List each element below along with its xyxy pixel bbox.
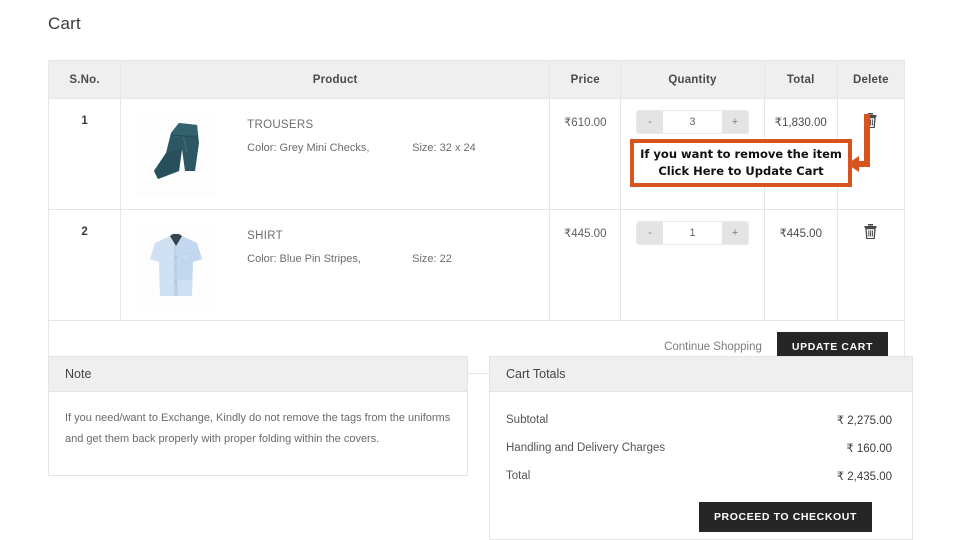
quantity-stepper[interactable]: - 1 + <box>635 221 749 245</box>
column-header-delete: Delete <box>836 60 906 99</box>
quantity-increase-button[interactable]: + <box>721 222 748 244</box>
cell-product: TROUSERS Color: Grey Mini Checks, Size: … <box>120 98 551 210</box>
totals-row-handling: Handling and Delivery Charges ₹ 160.00 <box>506 434 892 462</box>
cell-total: ₹445.00 <box>763 209 838 321</box>
totals-label: Handling and Delivery Charges <box>506 442 666 454</box>
cell-price: ₹610.00 <box>549 98 622 210</box>
quantity-input[interactable]: 1 <box>662 222 722 244</box>
quantity-input[interactable]: 3 <box>662 111 722 133</box>
cell-sno: 1 <box>47 98 122 210</box>
note-line-2: and get them back properly with proper f… <box>65 433 380 445</box>
cart-totals-panel: Cart Totals Subtotal ₹ 2,275.00 Handling… <box>489 356 913 540</box>
cell-sno: 2 <box>47 209 122 321</box>
product-size: Size: 32 x 24 <box>412 142 476 154</box>
cell-delete <box>836 209 906 321</box>
quantity-stepper[interactable]: - 3 + <box>635 110 749 134</box>
quantity-increase-button[interactable]: + <box>721 111 748 133</box>
cart-totals-body: Subtotal ₹ 2,275.00 Handling and Deliver… <box>490 392 912 540</box>
note-heading: Note <box>49 357 467 392</box>
column-header-price: Price <box>549 60 622 99</box>
product-name: TROUSERS <box>247 119 314 131</box>
totals-row-subtotal: Subtotal ₹ 2,275.00 <box>506 406 892 434</box>
column-header-product: Product <box>120 60 551 99</box>
totals-label: Total <box>506 470 531 482</box>
column-header-sno: S.No. <box>47 60 122 99</box>
proceed-to-checkout-button[interactable]: PROCEED TO CHECKOUT <box>698 502 872 532</box>
cell-price: ₹445.00 <box>549 209 622 321</box>
header-row: S.No. Product Price Quantity Total Delet… <box>47 60 906 99</box>
annotation-line-1: If you want to remove the item <box>640 147 842 161</box>
note-line-1: If you need/want to Exchange, Kindly do … <box>65 412 451 424</box>
note-body: If you need/want to Exchange, Kindly do … <box>49 392 467 466</box>
totals-label: Subtotal <box>506 414 549 426</box>
note-panel: Note If you need/want to Exchange, Kindl… <box>48 356 468 476</box>
totals-value: ₹ 2,435.00 <box>836 471 892 483</box>
cart-totals-heading: Cart Totals <box>490 357 912 392</box>
cell-quantity: - 1 + <box>620 209 765 321</box>
product-color: Color: Blue Pin Stripes, <box>247 253 361 265</box>
continue-shopping-link[interactable]: Continue Shopping <box>664 341 762 353</box>
annotation-line-2: Click Here to Update Cart <box>658 164 824 178</box>
product-color: Color: Grey Mini Checks, <box>247 142 370 154</box>
shirt-thumbnail <box>135 224 218 306</box>
quantity-decrease-button[interactable]: - <box>636 222 663 244</box>
cell-product: SHIRT Color: Blue Pin Stripes, Size: 22 <box>120 209 551 321</box>
product-size: Size: 22 <box>412 253 452 265</box>
cart-page: Cart S.No. Product Price Quantity Total … <box>0 0 960 540</box>
totals-value: ₹ 160.00 <box>846 443 892 455</box>
quantity-decrease-button[interactable]: - <box>636 111 663 133</box>
totals-value: ₹ 2,275.00 <box>836 415 892 427</box>
totals-row-total: Total ₹ 2,435.00 <box>506 462 892 490</box>
column-header-total: Total <box>763 60 838 99</box>
column-header-quantity: Quantity <box>620 60 765 99</box>
product-name: SHIRT <box>247 230 283 242</box>
cart-table-header: S.No. Product Price Quantity Total Delet… <box>47 60 906 99</box>
trousers-thumbnail <box>135 113 218 195</box>
page-title: Cart <box>48 14 81 33</box>
delete-icon[interactable] <box>864 224 877 240</box>
table-row: 2 SHIRT Color: Blue Pin Stripes, Size: 2… <box>47 209 906 321</box>
cart-table: S.No. Product Price Quantity Total Delet… <box>47 60 906 374</box>
annotation-callout: If you want to remove the item Click Her… <box>630 139 852 187</box>
